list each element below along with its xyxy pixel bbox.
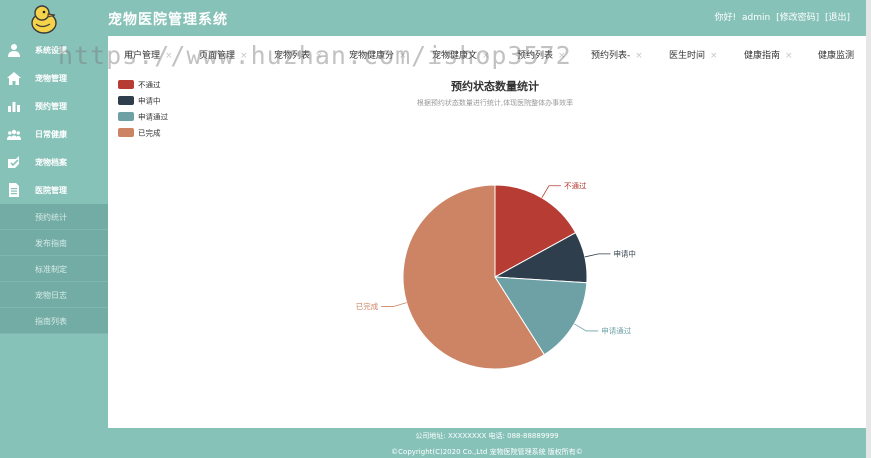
close-icon[interactable]: ×: [399, 51, 407, 61]
close-icon[interactable]: ×: [785, 51, 793, 61]
submenu-item-label: 指南列表: [35, 317, 67, 326]
footer-copyright: ©Copyright(C)2020 Co.,Ltd 宠物医院管理系统 版权所有©: [391, 448, 583, 456]
legend-item[interactable]: 不通过: [118, 80, 161, 90]
slice-leader-line: [381, 302, 407, 307]
chart-title: 预约状态数量统计: [451, 79, 539, 93]
submenu-item-guide-list[interactable]: 指南列表: [0, 308, 108, 334]
submenu-item-label: 宠物日志: [35, 291, 67, 300]
slice-label: 申请中: [613, 248, 636, 258]
close-icon[interactable]: ×: [710, 51, 718, 61]
legend-label: 不通过: [138, 80, 161, 90]
tab-label: 用户管理: [124, 51, 161, 61]
change-password-link[interactable]: [修改密码]: [776, 13, 819, 23]
tab-pet-list[interactable]: 宠物列表 ×: [274, 48, 323, 61]
close-icon[interactable]: ×: [165, 51, 173, 61]
submenu-item-label: 标准制定: [35, 265, 67, 274]
app-title: 宠物医院管理系统: [108, 12, 228, 28]
close-icon[interactable]: ×: [315, 51, 323, 61]
legend-item[interactable]: 申请通过: [118, 112, 168, 122]
tab-pet-health-category[interactable]: 宠物健康分 ×: [349, 48, 407, 61]
check-icon: [8, 156, 19, 168]
legend-item[interactable]: 已完成: [118, 128, 161, 138]
slice-label: 申请通过: [601, 325, 631, 335]
tab-label: 预约列表-: [591, 51, 631, 61]
slice-label: 不通过: [564, 180, 587, 190]
submenu-item-standards[interactable]: 标准制定: [0, 256, 108, 282]
greeting-text: 你好!: [714, 13, 737, 23]
submenu-item-appointment-stats[interactable]: 预约统计: [0, 204, 108, 230]
slice-leader-line: [573, 323, 599, 332]
sidebar-item-label: 宠物档案: [35, 158, 67, 167]
sidebar-item-pet-management[interactable]: 宠物管理: [0, 64, 108, 92]
tab-doctor-time[interactable]: 医生时间 ×: [669, 48, 718, 61]
sidebar-item-label: 宠物管理: [35, 74, 67, 83]
sidebar-item-pet-records[interactable]: 宠物档案: [0, 148, 108, 176]
sidebar-item-system-settings[interactable]: 系统设置: [0, 36, 108, 64]
tab-appointment-list[interactable]: 预约列表 ×: [517, 48, 566, 61]
footer: 公司地址: XXXXXXXX 电话: 088-88889999 ©Copyrig…: [108, 428, 866, 458]
slice-leader-line: [584, 253, 611, 258]
sidebar-item-label: 系统设置: [35, 46, 67, 55]
tab-pet-health-article[interactable]: 宠物健康文 ×: [432, 48, 490, 61]
close-icon[interactable]: ×: [635, 51, 643, 61]
slice-leader-line: [541, 185, 561, 199]
bar-chart-icon: [8, 102, 20, 112]
legend-swatch: [118, 96, 134, 105]
tab-label: 健康监测: [818, 51, 855, 61]
top-header: 宠物医院管理系统 你好! admin [修改密码] [退出]: [0, 0, 866, 36]
sidebar-item-appointment-management[interactable]: 预约管理: [0, 92, 108, 120]
tab-label: 医生时间: [669, 51, 706, 61]
legend-label: 已完成: [138, 128, 161, 138]
tab-user-management[interactable]: 用户管理 ×: [124, 48, 173, 61]
close-icon[interactable]: ×: [240, 51, 248, 61]
tab-label: 预约列表: [517, 51, 554, 61]
submenu-item-label: 发布指南: [35, 239, 67, 248]
tab-health-monitoring[interactable]: 健康监测: [818, 48, 854, 61]
logout-link[interactable]: [退出]: [825, 13, 850, 23]
sidebar-item-label: 医院管理: [35, 186, 67, 195]
document-icon: [9, 183, 19, 197]
duck-logo-icon: [31, 5, 57, 34]
slice-label: 已完成: [356, 301, 379, 311]
sidebar: 系统设置 宠物管理 预约管理 日常健康 宠物档案 医院管理 预约统计 发布指南 …: [0, 36, 108, 458]
tab-label: 页面管理: [199, 51, 236, 61]
sidebar-item-label: 预约管理: [35, 102, 67, 111]
submenu-item-publish-guide[interactable]: 发布指南: [0, 230, 108, 256]
legend-swatch: [118, 112, 134, 121]
username-text: admin: [741, 13, 771, 23]
tab-label: 宠物健康文: [432, 51, 478, 61]
tab-appointment-list-2[interactable]: 预约列表- ×: [591, 48, 643, 61]
legend-swatch: [118, 80, 134, 89]
right-edge-strip: [866, 0, 871, 458]
legend-label: 申请中: [138, 96, 161, 106]
tab-label: 宠物列表: [274, 51, 311, 61]
chart-panel: 预约状态数量统计 根据预约状态数量进行统计,体现医院整体办事效率 不通过 申请中 申请通…: [108, 68, 866, 428]
sidebar-item-label: 日常健康: [35, 130, 67, 139]
tab-health-guide[interactable]: 健康指南 ×: [744, 48, 793, 61]
home-icon: [7, 72, 21, 85]
tab-label: 宠物健康分: [349, 51, 395, 61]
close-icon[interactable]: ×: [558, 51, 566, 61]
submenu-item-label: 预约统计: [35, 213, 67, 222]
tab-bar: 用户管理 × 页面管理 × 宠物列表 × 宠物健康分 × 宠物健康文 × 预约列表 × 预约…: [108, 44, 866, 68]
footer-address: 公司地址: XXXXXXXX 电话: 088-88889999: [415, 432, 559, 440]
user-area: 你好! admin [修改密码] [退出]: [712, 10, 851, 23]
tab-page-management[interactable]: 页面管理 ×: [199, 48, 248, 61]
user-icon: [8, 44, 20, 57]
close-icon[interactable]: ×: [482, 51, 490, 61]
users-icon: [7, 129, 21, 140]
pie-chart: 预约状态数量统计根据预约状态数量进行统计,体现医院整体办事效率不通过申请中申请通…: [118, 79, 636, 370]
chart-subtitle: 根据预约状态数量进行统计,体现医院整体办事效率: [417, 98, 573, 107]
legend-label: 申请通过: [138, 112, 168, 122]
sidebar-item-hospital-management[interactable]: 医院管理: [0, 176, 108, 204]
tab-label: 健康指南: [744, 51, 781, 61]
legend-item[interactable]: 申请中: [118, 96, 161, 106]
legend-swatch: [118, 128, 134, 137]
sidebar-item-daily-health[interactable]: 日常健康: [0, 120, 108, 148]
submenu-item-pet-log[interactable]: 宠物日志: [0, 282, 108, 308]
